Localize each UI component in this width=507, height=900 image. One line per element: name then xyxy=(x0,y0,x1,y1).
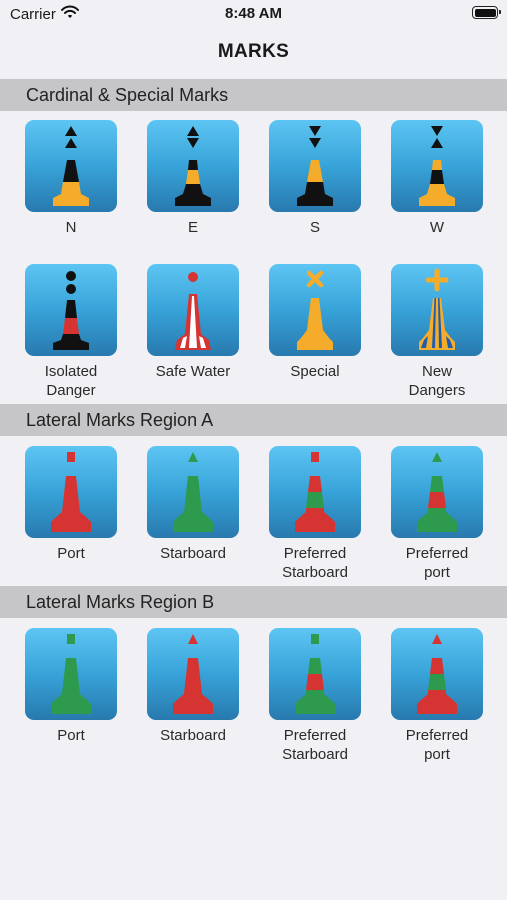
cardinal-north-buoy-icon xyxy=(25,120,117,212)
preferred-port-buoy-icon xyxy=(391,446,483,538)
mark-tile-preferred-starboard-region-a[interactable]: Preferred Starboard xyxy=(254,446,376,582)
tile-label: Preferred port xyxy=(405,727,469,763)
mark-tile-west[interactable]: W xyxy=(376,120,498,237)
mark-tile-safe-water[interactable]: Safe Water xyxy=(132,264,254,381)
mark-tile-starboard-region-a[interactable]: Starboard xyxy=(132,446,254,563)
mark-tile-port-region-b[interactable]: Port xyxy=(10,628,132,745)
section-header-lateral-region-a: Lateral Marks Region A xyxy=(0,404,507,436)
tile-label: Isolated Danger xyxy=(44,363,98,399)
starboard-buoy-red-icon xyxy=(147,628,239,720)
preferred-starboard-buoy-icon xyxy=(269,446,361,538)
mark-tile-preferred-port-region-b[interactable]: Preferred port xyxy=(376,628,498,764)
tile-label: Safe Water xyxy=(155,363,231,380)
safe-water-buoy-icon xyxy=(147,264,239,356)
preferred-port-buoy-icon xyxy=(391,628,483,720)
tile-label: W xyxy=(429,219,445,236)
mark-tile-special[interactable]: Special xyxy=(254,264,376,381)
clock-time: 8:48 AM xyxy=(225,5,282,22)
tile-label: Port xyxy=(57,545,85,562)
new-danger-buoy-icon xyxy=(391,264,483,356)
mark-tile-preferred-starboard-region-b[interactable]: Preferred Starboard xyxy=(254,628,376,764)
preferred-starboard-buoy-icon xyxy=(269,628,361,720)
section-header-cardinal-special: Cardinal & Special Marks xyxy=(0,79,507,111)
tile-label: New Dangers xyxy=(408,363,466,399)
page-title: MARKS xyxy=(217,41,290,62)
tile-label: Preferred Starboard xyxy=(282,545,348,581)
cardinal-west-buoy-icon xyxy=(391,120,483,212)
port-buoy-red-icon xyxy=(25,446,117,538)
tile-label: N xyxy=(65,219,77,236)
tile-label: S xyxy=(309,219,320,236)
tile-label: Preferred Starboard xyxy=(282,727,348,763)
mark-tile-south[interactable]: S xyxy=(254,120,376,237)
tile-label: Starboard xyxy=(160,727,226,744)
port-buoy-green-icon xyxy=(25,628,117,720)
section-header-lateral-region-b: Lateral Marks Region B xyxy=(0,586,507,618)
special-mark-buoy-icon xyxy=(269,264,361,356)
mark-tile-new-dangers[interactable]: New Dangers xyxy=(376,264,498,400)
tile-label: E xyxy=(187,219,198,236)
tile-label: Preferred port xyxy=(405,545,469,581)
starboard-buoy-green-icon xyxy=(147,446,239,538)
mark-tile-isolated-danger[interactable]: Isolated Danger xyxy=(10,264,132,400)
mark-tile-north[interactable]: N xyxy=(10,120,132,237)
cardinal-south-buoy-icon xyxy=(269,120,361,212)
isolated-danger-buoy-icon xyxy=(25,264,117,356)
tile-label: Special xyxy=(290,363,340,380)
mark-tile-port-region-a[interactable]: Port xyxy=(10,446,132,563)
battery-icon xyxy=(472,6,501,19)
cardinal-east-buoy-icon xyxy=(147,120,239,212)
status-bar: Carrier 8:48 AM xyxy=(0,0,507,28)
mark-tile-starboard-region-b[interactable]: Starboard xyxy=(132,628,254,745)
tile-label: Starboard xyxy=(160,545,226,562)
mark-tile-east[interactable]: E xyxy=(132,120,254,237)
tile-label: Port xyxy=(57,727,85,744)
mark-tile-preferred-port-region-a[interactable]: Preferred port xyxy=(376,446,498,582)
